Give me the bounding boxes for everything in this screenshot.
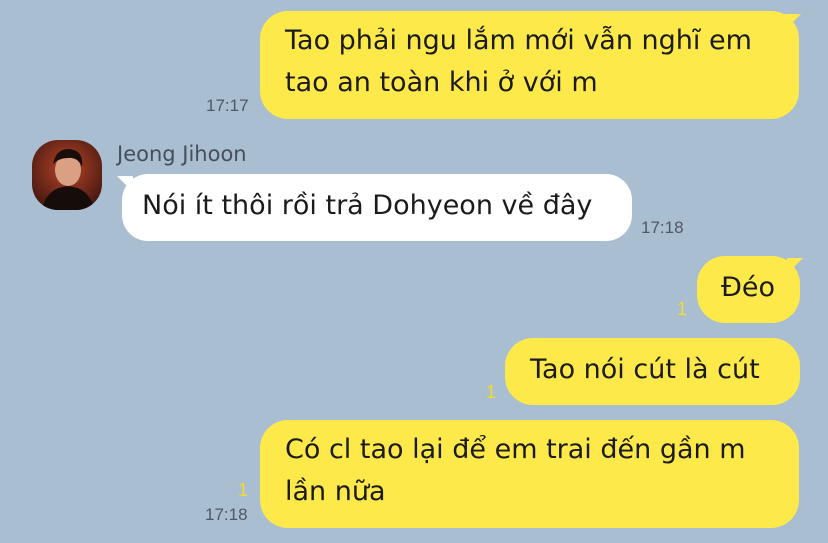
message-text: Có cl tao lại để em trai đến gần m lần n… bbox=[285, 434, 746, 507]
message-text: Nói ít thôi rồi trả Dohyeon về đây bbox=[142, 190, 593, 221]
my-message-bubble[interactable]: Tao phải ngu lắm mới vẫn nghĩ em tao an … bbox=[260, 11, 799, 119]
my-message-bubble[interactable]: Đéo bbox=[697, 256, 800, 323]
message-text: Tao nói cút là cút bbox=[530, 354, 760, 385]
my-message-bubble[interactable]: Tao nói cút là cút bbox=[505, 338, 800, 405]
message-timestamp: 17:17 bbox=[206, 96, 249, 115]
unread-count: 1 bbox=[238, 480, 249, 500]
message-timestamp: 17:18 bbox=[641, 218, 684, 237]
avatar-image bbox=[32, 140, 102, 210]
my-message-bubble[interactable]: Có cl tao lại để em trai đến gần m lần n… bbox=[260, 420, 799, 528]
their-message-bubble[interactable]: Nói ít thôi rồi trả Dohyeon về đây bbox=[122, 174, 632, 241]
unread-count: 1 bbox=[677, 299, 688, 319]
unread-count: 1 bbox=[486, 382, 497, 402]
message-timestamp: 17:18 bbox=[205, 505, 248, 524]
avatar[interactable] bbox=[32, 140, 102, 210]
message-text: Đéo bbox=[721, 272, 776, 303]
message-text: Tao phải ngu lắm mới vẫn nghĩ em tao an … bbox=[285, 25, 752, 98]
sender-name: Jeong Jihoon bbox=[117, 142, 247, 166]
